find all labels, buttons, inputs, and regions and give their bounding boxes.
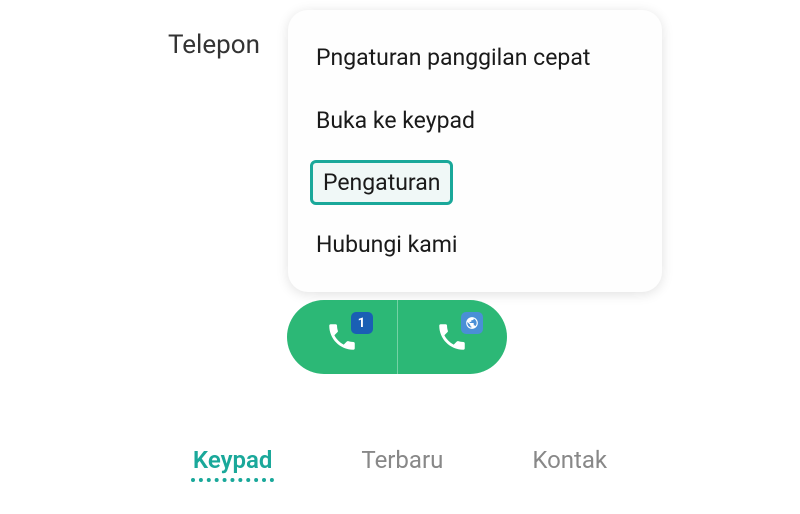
menu-item-settings[interactable]: Pengaturan <box>310 160 453 205</box>
page-title: Telepon <box>168 30 260 60</box>
call-buttons-container: 1 <box>287 300 507 374</box>
call-button-sim2[interactable] <box>398 300 508 374</box>
tab-keypad[interactable]: Keypad <box>191 442 275 482</box>
bottom-tabs: Keypad Terbaru Kontak <box>0 442 800 482</box>
globe-icon <box>465 316 479 330</box>
menu-item-speed-dial[interactable]: Pngaturan panggilan cepat <box>288 26 662 89</box>
tab-contacts[interactable]: Kontak <box>530 442 609 482</box>
sim1-badge: 1 <box>351 312 373 334</box>
options-menu: Pngaturan panggilan cepat Buka ke keypad… <box>288 10 662 292</box>
menu-item-contact-us[interactable]: Hubungi kami <box>288 213 662 276</box>
menu-item-open-keypad[interactable]: Buka ke keypad <box>288 89 662 152</box>
sim2-badge <box>461 312 483 334</box>
call-button-sim1[interactable]: 1 <box>287 300 398 374</box>
tab-recent[interactable]: Terbaru <box>359 442 445 482</box>
